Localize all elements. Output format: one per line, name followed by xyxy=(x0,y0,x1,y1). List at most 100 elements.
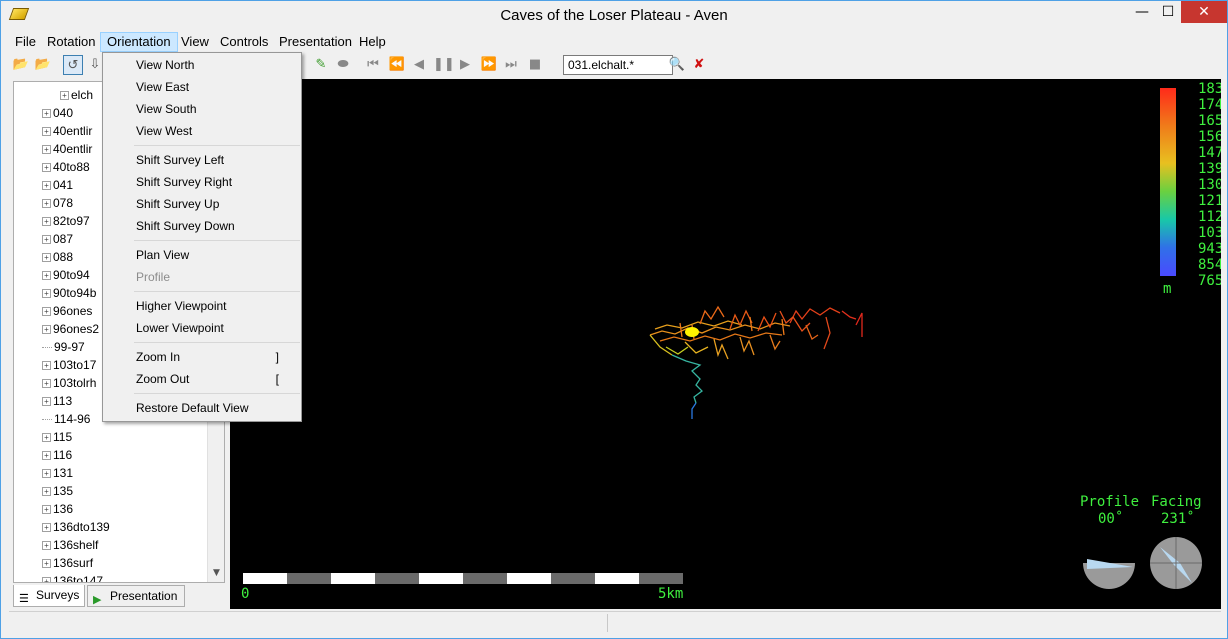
tree-item[interactable]: +103to17 xyxy=(42,356,96,374)
menu-rotation[interactable]: Rotation xyxy=(41,32,101,52)
tree-item[interactable]: +135 xyxy=(42,482,73,500)
tree-item[interactable]: +040 xyxy=(42,104,73,122)
scroll-down-icon[interactable]: ▼ xyxy=(208,565,224,582)
tree-item[interactable]: +40entlir xyxy=(42,140,92,158)
menu-item-shift-survey-right[interactable]: Shift Survey Right xyxy=(105,171,299,193)
tab-surveys[interactable]: ☰ Surveys xyxy=(13,585,85,607)
tree-item[interactable]: 114-96 xyxy=(42,410,90,428)
tree-item[interactable]: +078 xyxy=(42,194,73,212)
menu-presentation[interactable]: Presentation xyxy=(273,32,358,52)
expand-icon[interactable]: + xyxy=(42,217,51,227)
expand-icon[interactable]: + xyxy=(42,181,51,191)
find-icon[interactable]: 🔍 xyxy=(667,55,687,75)
cave-3d-view[interactable]: 1837174716581569147913901301121111221033… xyxy=(230,79,1221,609)
expand-icon[interactable]: + xyxy=(42,487,51,497)
expand-icon[interactable]: + xyxy=(42,235,51,245)
forward-fastest-icon[interactable]: ⏭ xyxy=(501,55,521,75)
tree-item[interactable]: +96ones2 xyxy=(42,320,99,338)
tree-item[interactable]: +041 xyxy=(42,176,73,194)
menu-view[interactable]: View xyxy=(175,32,215,52)
tree-item[interactable]: +087 xyxy=(42,230,73,248)
pause-icon[interactable]: ❚❚ xyxy=(433,55,455,75)
fast-forward-icon[interactable]: ⏩ xyxy=(479,55,499,75)
menu-item-view-east[interactable]: View East xyxy=(105,76,299,98)
tree-item[interactable]: +103tolrh xyxy=(42,374,96,392)
expand-icon[interactable]: + xyxy=(42,253,51,263)
tilt-indicator[interactable] xyxy=(1083,537,1135,589)
menu-item-plan-view[interactable]: Plan View xyxy=(105,244,299,266)
tree-item[interactable]: +136surf xyxy=(42,554,93,572)
tree-item[interactable]: +40entlir xyxy=(42,122,92,140)
expand-icon[interactable]: + xyxy=(42,559,51,569)
clear-find-icon[interactable]: ✘ xyxy=(689,55,709,75)
tree-item[interactable]: +90to94b xyxy=(42,284,96,302)
expand-icon[interactable]: + xyxy=(42,127,51,137)
pencil-icon[interactable]: ✎ xyxy=(311,55,331,75)
expand-icon[interactable]: + xyxy=(42,109,51,119)
rewind-icon[interactable]: ⏪ xyxy=(387,55,407,75)
menu-item-view-north[interactable]: View North xyxy=(105,54,299,76)
find-input[interactable]: 031.elchalt.* xyxy=(563,55,673,75)
expand-icon[interactable]: + xyxy=(42,271,51,281)
eraser-icon[interactable]: ⬬ xyxy=(333,55,353,75)
menu-item-view-west[interactable]: View West xyxy=(105,120,299,142)
expand-icon[interactable]: + xyxy=(42,307,51,317)
tree-item[interactable]: +90to94 xyxy=(42,266,90,284)
expand-icon[interactable]: + xyxy=(42,397,51,407)
tree-item[interactable]: +96ones xyxy=(42,302,92,320)
expand-icon[interactable]: + xyxy=(42,361,51,371)
menu-controls[interactable]: Controls xyxy=(214,32,274,52)
minimize-button[interactable]: — xyxy=(1129,1,1155,23)
menu-help[interactable]: Help xyxy=(353,32,392,52)
expand-icon[interactable]: + xyxy=(42,577,51,582)
stop-icon[interactable]: ■ xyxy=(525,55,545,75)
open-folder-icon[interactable]: 📂 xyxy=(11,55,31,75)
tree-item[interactable]: +136 xyxy=(42,500,73,518)
tree-item[interactable]: +088 xyxy=(42,248,73,266)
tree-item[interactable]: +40to88 xyxy=(42,158,90,176)
play-icon[interactable]: ▶ xyxy=(455,55,475,75)
menu-item-zoom-out[interactable]: Zoom Out [ xyxy=(105,368,299,390)
menu-item-shift-survey-up[interactable]: Shift Survey Up xyxy=(105,193,299,215)
expand-icon[interactable]: + xyxy=(42,523,51,533)
expand-icon[interactable]: + xyxy=(42,541,51,551)
menu-orientation[interactable]: Orientation xyxy=(100,32,178,52)
close-button[interactable]: ✕ xyxy=(1181,1,1227,23)
tree-item[interactable]: + elch xyxy=(60,86,93,104)
menu-item-shift-survey-down[interactable]: Shift Survey Down xyxy=(105,215,299,237)
menu-item-higher-viewpoint[interactable]: Higher Viewpoint xyxy=(105,295,299,317)
compass[interactable] xyxy=(1150,537,1202,589)
rotate-ccw-icon[interactable]: ↺ xyxy=(63,55,83,75)
open-extended-icon[interactable]: 📂 xyxy=(33,55,53,75)
expand-icon[interactable]: + xyxy=(60,91,69,101)
expand-icon[interactable]: + xyxy=(42,145,51,155)
tree-item[interactable]: +116 xyxy=(42,446,72,464)
tree-item[interactable]: +82to97 xyxy=(42,212,90,230)
tree-item[interactable]: 99-97 xyxy=(42,338,85,356)
tree-item[interactable]: +136to147 xyxy=(42,572,103,582)
expand-icon[interactable]: + xyxy=(42,451,51,461)
expand-icon[interactable]: + xyxy=(42,289,51,299)
maximize-button[interactable]: ☐ xyxy=(1155,1,1181,23)
menu-item-view-south[interactable]: View South xyxy=(105,98,299,120)
step-back-icon[interactable]: ◀ xyxy=(409,55,429,75)
expand-icon[interactable]: + xyxy=(42,505,51,515)
menu-item-zoom-in[interactable]: Zoom In] xyxy=(105,346,299,368)
expand-icon[interactable]: + xyxy=(42,163,51,173)
menu-file[interactable]: File xyxy=(9,32,42,52)
expand-icon[interactable]: + xyxy=(42,433,51,443)
expand-icon[interactable]: + xyxy=(42,325,51,335)
tree-item[interactable]: +131 xyxy=(42,464,73,482)
expand-icon[interactable]: + xyxy=(42,469,51,479)
tree-item[interactable]: +136shelf xyxy=(42,536,98,554)
tree-item[interactable]: +136dto139 xyxy=(42,518,110,536)
expand-icon[interactable]: + xyxy=(42,199,51,209)
menu-item-lower-viewpoint[interactable]: Lower Viewpoint xyxy=(105,317,299,339)
tree-item[interactable]: +115 xyxy=(42,428,72,446)
rewind-fast-icon[interactable]: ⏮ xyxy=(363,55,383,75)
tree-item[interactable]: +113 xyxy=(42,392,72,410)
menu-item-restore-default-view[interactable]: Restore Default View xyxy=(105,397,299,419)
tab-presentation[interactable]: ▶ Presentation xyxy=(87,585,185,607)
expand-icon[interactable]: + xyxy=(42,379,51,389)
menu-item-shift-survey-left[interactable]: Shift Survey Left xyxy=(105,149,299,171)
